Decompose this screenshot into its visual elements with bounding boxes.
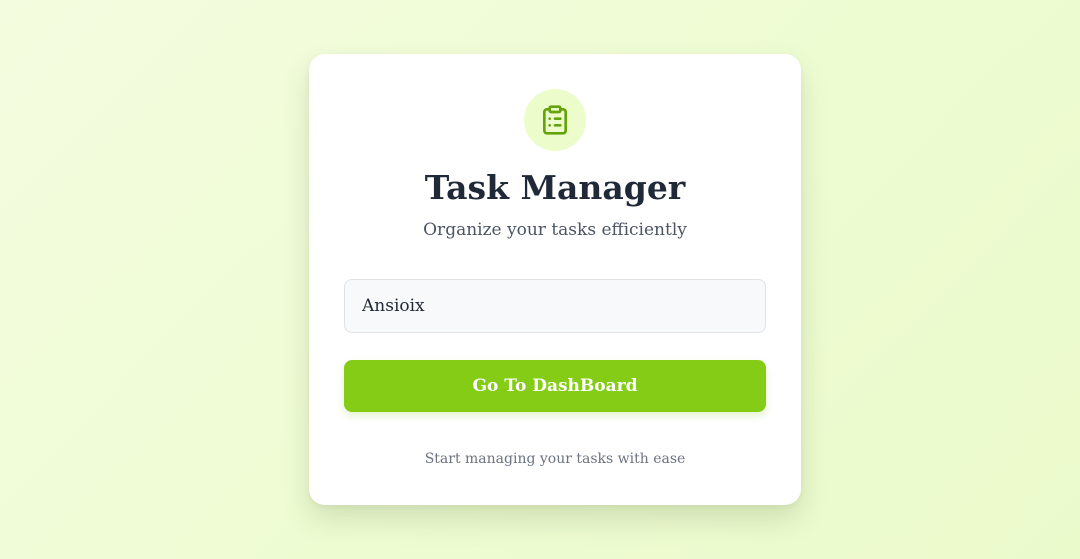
go-to-dashboard-button[interactable]: Go To DashBoard [344,360,766,412]
logo-badge [524,89,586,151]
footer-tagline: Start managing your tasks with ease [424,451,686,467]
page-subtitle: Organize your tasks efficiently [423,220,687,240]
login-card: Task Manager Organize your tasks efficie… [309,54,801,505]
clipboard-list-icon [543,105,567,135]
page-title: Task Manager [424,168,686,207]
name-input[interactable] [344,279,766,333]
